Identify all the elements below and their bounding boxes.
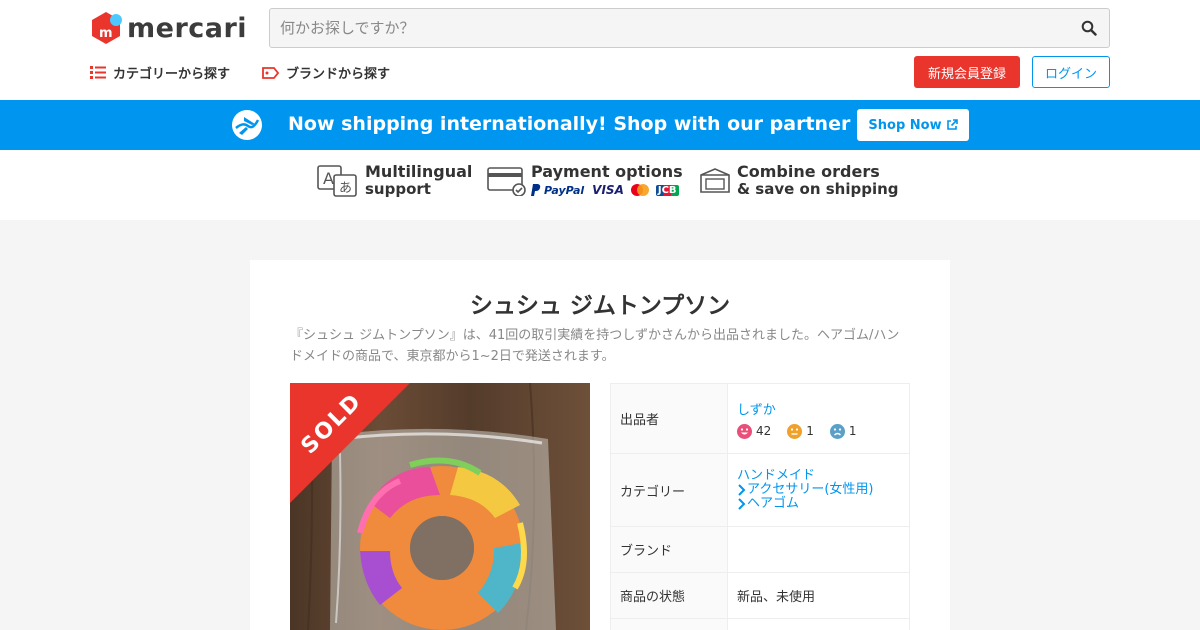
search-bar: [269, 8, 1110, 48]
feature-subtitle: & save on shipping: [737, 180, 899, 198]
nav-brand-label: ブランドから探す: [286, 67, 391, 82]
detail-row-condition: 商品の状態 新品、未使用: [610, 572, 910, 619]
category-link-2[interactable]: ヘアゴム: [737, 497, 909, 511]
nav-category-link[interactable]: カテゴリーから探す: [90, 63, 230, 82]
category-name: ハンドメイド: [737, 468, 816, 483]
rating-good: 42: [737, 423, 772, 439]
feature-title: Multilingual: [365, 162, 473, 181]
sad-face-icon: [829, 423, 845, 439]
external-link-icon: [946, 119, 958, 130]
payment-logos: PayPal VISA JCB: [531, 183, 683, 197]
chevron-right-icon: [738, 498, 746, 510]
site-header: m mercari カテゴリーから探す ブランドから探す 新規会員登録 ログイン: [0, 0, 1200, 100]
mercari-logo[interactable]: m mercari: [90, 11, 247, 45]
jcb-logo: JCB: [655, 184, 679, 196]
search-button[interactable]: [1069, 9, 1109, 47]
item-description: 『シュシュ ジムトンプソン』は、41回の取引実績を持つしずかさんから出品されまし…: [290, 328, 900, 364]
item-photo[interactable]: SOLD: [290, 383, 590, 630]
category-name: アクセサリー(女性用): [747, 482, 874, 497]
features-strip: A あ Multilingual support Payment options…: [0, 150, 1200, 220]
sold-ribbon: SOLD: [290, 383, 410, 503]
tag-icon: [262, 66, 279, 79]
category-link-0[interactable]: ハンドメイド: [737, 469, 909, 483]
detail-label: カテゴリー: [610, 453, 728, 527]
logo-text: mercari: [127, 12, 248, 44]
globe-plane-icon: [232, 110, 262, 140]
neutral-face-icon: [787, 423, 803, 439]
feature-title: Payment options: [531, 162, 683, 181]
nav-brand-link[interactable]: ブランドから探す: [262, 63, 390, 82]
nav-category-label: カテゴリーから探す: [113, 67, 231, 82]
category-name: ヘアゴム: [747, 496, 800, 511]
package-icon: [700, 167, 730, 193]
rating-bad: 1: [829, 423, 857, 439]
feature-subtitle: support: [365, 180, 431, 198]
paypal-logo: PayPal: [544, 183, 585, 197]
feature-title: Combine orders: [737, 162, 880, 181]
svg-text:A: A: [323, 169, 334, 188]
register-button[interactable]: 新規会員登録: [914, 56, 1020, 88]
seller-name-link[interactable]: しずか: [737, 399, 909, 418]
rating-bad-count: 1: [848, 424, 857, 438]
item-title: シュシュ ジムトンプソン: [469, 293, 731, 319]
category-link-1[interactable]: アクセサリー(女性用): [737, 483, 909, 497]
search-input[interactable]: [270, 9, 1069, 47]
shop-now-button[interactable]: Shop Now: [857, 109, 969, 141]
feature-combine-orders: Combine orders & save on shipping: [698, 163, 899, 198]
detail-label: 商品の状態: [610, 572, 728, 619]
visa-logo: VISA: [592, 183, 624, 197]
detail-row-category: カテゴリー ハンドメイド アクセサリー(女性用) ヘアゴム: [610, 453, 910, 527]
language-icon: A あ: [317, 164, 357, 197]
list-icon: [90, 66, 106, 79]
condition-value: 新品、未使用: [727, 572, 910, 619]
detail-label: ブランド: [610, 526, 728, 573]
promo-banner: Now shipping internationally! Shop with …: [0, 100, 1200, 150]
seller-ratings: 42 1 1: [737, 423, 909, 439]
credit-card-icon: [487, 167, 526, 196]
detail-row-seller: 出品者 しずか 42 1 1: [610, 383, 910, 454]
svg-text:m: m: [99, 26, 113, 41]
detail-row-next: [610, 618, 910, 630]
rating-normal-count: 1: [806, 424, 814, 438]
shop-now-label: Shop Now: [868, 117, 942, 133]
smile-icon: [737, 423, 752, 439]
login-button[interactable]: ログイン: [1032, 56, 1110, 88]
paypal-icon: [531, 184, 541, 196]
svg-text:あ: あ: [339, 181, 352, 196]
item-details-table: 出品者 しずか 42 1 1 カテゴリー ハンドメイド アクセサリー(女性用) …: [610, 383, 910, 630]
search-icon: [1081, 20, 1097, 36]
detail-row-brand: ブランド: [610, 526, 910, 573]
detail-label: 出品者: [610, 383, 728, 454]
brand-value: [727, 526, 910, 573]
mercari-logo-icon: m: [92, 12, 122, 44]
feature-multilingual: A あ Multilingual support: [317, 163, 472, 198]
feature-payment: Payment options PayPal VISA JCB: [487, 163, 683, 197]
mastercard-icon: [630, 184, 649, 196]
promo-text: Now shipping internationally! Shop with …: [288, 113, 932, 135]
chevron-right-icon: [738, 484, 746, 496]
rating-good-count: 42: [756, 424, 772, 438]
rating-normal: 1: [787, 423, 814, 439]
item-card: シュシュ ジムトンプソン 『シュシュ ジムトンプソン』は、41回の取引実績を持つ…: [250, 260, 950, 630]
